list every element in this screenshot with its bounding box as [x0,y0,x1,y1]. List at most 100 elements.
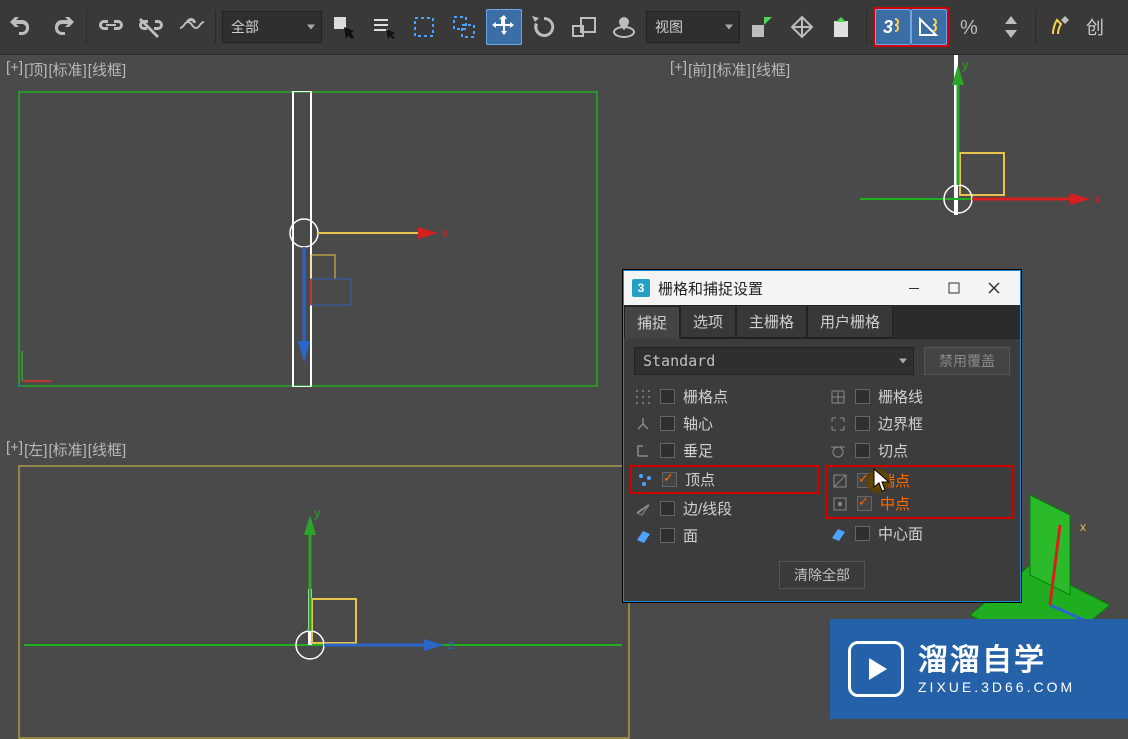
vp-label-part: [线框] [88,59,126,80]
minimize-button[interactable] [894,273,934,303]
snap-edge[interactable]: 边/线段 [634,497,815,520]
svg-text:y: y [962,57,969,72]
snap-label: 中点 [880,493,910,514]
rectangular-region-button[interactable] [406,9,442,45]
snap-standard-select[interactable]: Standard [634,347,914,375]
angle-snap-button[interactable] [911,9,947,45]
snap-center-face[interactable]: 中心面 [829,522,1010,545]
dialog-tabs: 捕捉 选项 主栅格 用户栅格 [624,305,1020,339]
snap-grid-point[interactable]: 栅格点 [634,385,815,408]
spinner-snap-button[interactable] [993,9,1029,45]
rotate-button[interactable] [526,9,562,45]
undo-button[interactable] [4,9,40,45]
snap-endpoint[interactable]: 端点 [831,469,1008,492]
checkbox[interactable] [855,416,870,431]
close-button[interactable] [974,273,1014,303]
main-toolbar: 全部 视图 3 % [0,0,1128,55]
tab-snap[interactable]: 捕捉 [624,306,680,339]
bind-button[interactable] [173,9,209,45]
tab-label: 主栅格 [749,314,794,331]
snap-label: 切点 [878,440,908,461]
disable-override-button: 禁用覆盖 [924,347,1010,375]
scale-button[interactable] [566,9,602,45]
tangent-icon [829,442,847,460]
play-icon [848,641,904,697]
highlight-endpoint-midpoint: 端点 中点 [825,465,1014,519]
tab-main-grid[interactable]: 主栅格 [736,305,807,338]
dialog-body: Standard 禁用覆盖 栅格点 轴心 [624,339,1020,601]
axis-x-label: x [442,225,449,240]
redo-button[interactable] [44,9,80,45]
tab-user-grid[interactable]: 用户栅格 [807,305,893,338]
snap-label: 端点 [880,470,910,491]
dialog-title: 栅格和捕捉设置 [658,278,894,299]
checkbox[interactable] [660,389,675,404]
pivot-icon [634,415,652,433]
maximize-button[interactable] [934,273,974,303]
snap-pivot[interactable]: 轴心 [634,412,815,435]
link-button[interactable] [93,9,129,45]
named-selection-button[interactable] [1042,9,1078,45]
checkbox[interactable] [662,472,677,487]
grid-line-icon [829,388,847,406]
checkbox[interactable] [660,528,675,543]
center-face-icon [829,525,847,543]
viewport-left[interactable]: [+] [左] [标准] [线框] y z [0,435,650,739]
snap-label: 垂足 [683,440,713,461]
snap-midpoint[interactable]: 中点 [831,492,1008,515]
percent-snap-button[interactable]: % [953,9,989,45]
svg-text:x: x [1094,191,1101,206]
create-panel-label: 创 [1082,14,1108,40]
snap-col-left: 栅格点 轴心 垂足 顶点 [634,385,815,547]
dialog-titlebar[interactable]: 3 栅格和捕捉设置 [624,271,1020,305]
bounding-box-icon [829,415,847,433]
viewport-front-canvas: y x [660,55,1128,285]
snap-bounding-box[interactable]: 边界框 [829,412,1010,435]
tab-label: 选项 [693,314,723,331]
unlink-button[interactable] [133,9,169,45]
grid-and-snap-settings-dialog: 3 栅格和捕捉设置 捕捉 选项 主栅格 用户栅格 Standard 禁用覆盖 [623,270,1021,602]
vp-label-part: [左] [24,439,47,460]
vp-label-part: [+] [6,59,23,80]
viewport-left-label[interactable]: [+] [左] [标准] [线框] [0,435,650,464]
snap-tangent[interactable]: 切点 [829,439,1010,462]
reference-coord-select[interactable]: 视图 [646,11,740,43]
toolbar-separator [866,10,867,44]
snap-perpendicular[interactable]: 垂足 [634,439,815,462]
grid-point-icon [634,388,652,406]
snap-face[interactable]: 面 [634,524,815,547]
toolbar-separator [215,10,216,44]
tab-label: 捕捉 [637,315,667,332]
placement-button[interactable] [606,9,642,45]
snap-grid-line[interactable]: 栅格线 [829,385,1010,408]
snap-label: 栅格线 [878,386,923,407]
snap-label: 轴心 [683,413,713,434]
snap-toggle-3d-button[interactable]: 3 [875,9,911,45]
use-pivot-button[interactable] [744,9,780,45]
checkbox[interactable] [855,526,870,541]
app-icon-3: 3 [632,279,650,297]
checkbox[interactable] [855,389,870,404]
checkbox[interactable] [660,501,675,516]
selection-filter-select[interactable]: 全部 [222,11,322,43]
align-button[interactable] [824,9,860,45]
tab-options[interactable]: 选项 [680,305,736,338]
checkbox[interactable] [660,416,675,431]
vertex-icon [636,471,654,489]
viewport-top[interactable]: [+] [顶] [标准] [线框] x z [0,55,650,435]
clear-all-button[interactable]: 清除全部 [779,561,865,589]
select-by-name-button[interactable] [366,9,402,45]
selection-lock-button[interactable] [784,9,820,45]
checkbox[interactable] [857,473,872,488]
viewport-top-label[interactable]: [+] [顶] [标准] [线框] [0,55,650,84]
snap-vertex[interactable]: 顶点 [630,465,819,494]
checkbox[interactable] [857,496,872,511]
move-button[interactable] [486,9,522,45]
checkbox[interactable] [855,443,870,458]
vp-label-part: [标准] [48,59,86,80]
checkbox[interactable] [660,443,675,458]
snap-label: 边/线段 [683,498,732,519]
select-object-button[interactable] [326,9,362,45]
window-crossing-button[interactable] [446,9,482,45]
snap-label: 中心面 [878,523,923,544]
